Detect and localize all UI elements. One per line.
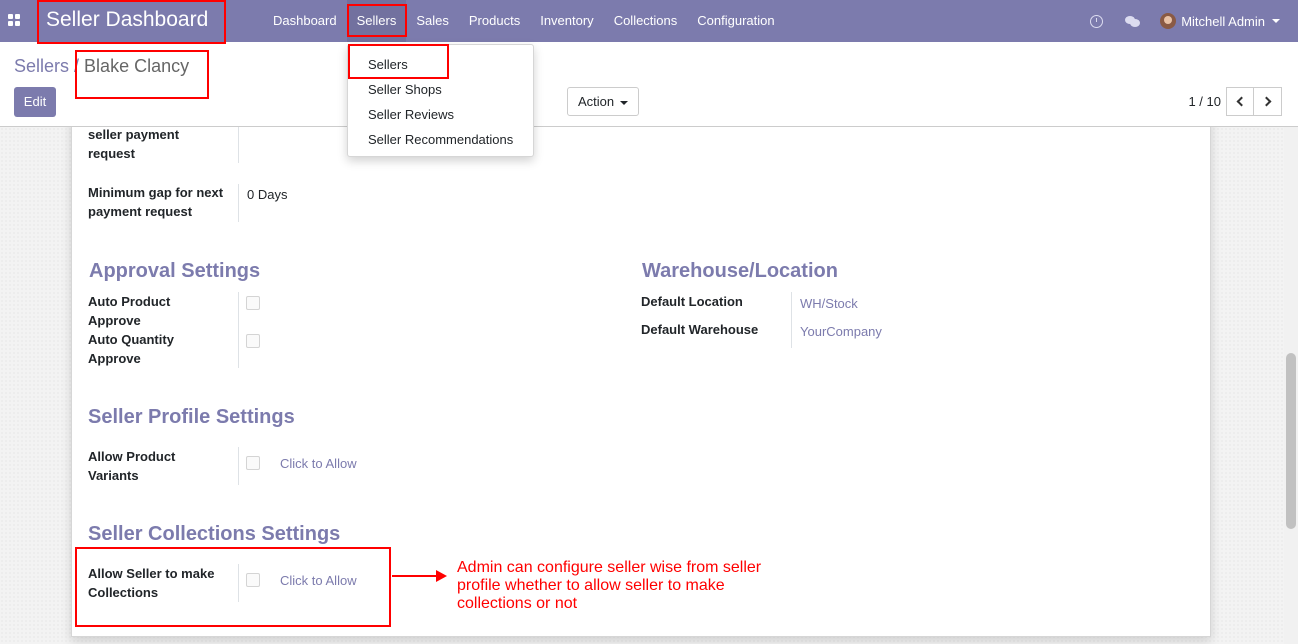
- min-gap-value: 0 Days: [247, 187, 288, 202]
- menu-collections[interactable]: Collections: [604, 0, 688, 42]
- breadcrumb-sellers-link[interactable]: Sellers: [14, 56, 69, 76]
- highlight-allow-collections: [75, 547, 391, 627]
- allow-variants-checkbox[interactable]: [246, 456, 260, 470]
- user-menu-caret-icon[interactable]: [1272, 19, 1280, 23]
- activity-clock-icon[interactable]: [1090, 14, 1104, 28]
- min-gap-label: Minimum gap for next payment request: [88, 185, 224, 219]
- auto-quantity-approve-checkbox[interactable]: [246, 334, 260, 348]
- systray: Mitchell Admin: [1090, 0, 1280, 42]
- default-warehouse-label: Default Warehouse: [641, 322, 759, 337]
- highlight-app-title: [37, 0, 226, 44]
- chevron-right-icon: [1261, 96, 1271, 107]
- menu-sales[interactable]: Sales: [406, 0, 459, 42]
- default-warehouse-value[interactable]: YourCompany: [800, 324, 882, 339]
- annotation-note: Admin can configure seller wise from sel…: [457, 559, 762, 612]
- field-separator: [238, 184, 239, 222]
- dropdown-item-seller-shops[interactable]: Seller Shops: [368, 82, 442, 97]
- menu-configuration[interactable]: Configuration: [687, 0, 784, 42]
- field-separator: [238, 127, 239, 163]
- main-menu: Dashboard Sellers Sales Products Invento…: [263, 0, 785, 42]
- menu-products[interactable]: Products: [459, 0, 530, 42]
- default-location-label: Default Location: [641, 294, 743, 309]
- action-dropdown-button[interactable]: Action: [567, 87, 639, 116]
- action-label: Action: [578, 94, 615, 109]
- allow-variants-hint[interactable]: Click to Allow: [280, 456, 357, 471]
- auto-product-approve-checkbox[interactable]: [246, 296, 260, 310]
- user-avatar[interactable]: [1160, 13, 1177, 29]
- payment-request-label: seller payment request: [88, 127, 180, 161]
- approval-settings-title: Approval Settings: [89, 260, 261, 282]
- apps-menu-icon[interactable]: [8, 14, 20, 26]
- default-location-value[interactable]: WH/Stock: [800, 296, 858, 311]
- content-scrollbar[interactable]: [1284, 127, 1298, 644]
- scrollbar-thumb[interactable]: [1286, 353, 1296, 529]
- pager-value[interactable]: 1 / 10: [1188, 94, 1221, 109]
- pager: 1 / 10: [1188, 87, 1282, 116]
- allow-variants-label: Allow Product Variants: [88, 449, 176, 483]
- highlight-breadcrumb: [75, 50, 209, 99]
- pager-next-button[interactable]: [1254, 87, 1282, 116]
- action-caret-icon: [620, 100, 629, 105]
- pager-previous-button[interactable]: [1226, 87, 1254, 116]
- dropdown-item-seller-recommendations[interactable]: Seller Recommendations: [368, 132, 513, 147]
- annotation-arrow-head-icon: [436, 570, 447, 582]
- auto-quantity-approve-label: Auto Quantity Approve: [88, 332, 174, 366]
- edit-button[interactable]: Edit: [14, 87, 56, 117]
- field-separator: [791, 292, 792, 348]
- messaging-chat-icon[interactable]: [1125, 15, 1141, 27]
- menu-inventory[interactable]: Inventory: [530, 0, 603, 42]
- user-name[interactable]: Mitchell Admin: [1181, 14, 1265, 29]
- seller-profile-settings-title: Seller Profile Settings: [88, 406, 295, 428]
- dropdown-item-seller-reviews[interactable]: Seller Reviews: [368, 107, 454, 122]
- annotation-arrow-line: [392, 575, 438, 577]
- auto-product-approve-label: Auto Product Approve: [88, 294, 171, 328]
- warehouse-location-title: Warehouse/Location: [642, 260, 838, 282]
- field-separator: [238, 447, 239, 485]
- menu-dashboard[interactable]: Dashboard: [263, 0, 347, 42]
- chevron-left-icon: [1236, 96, 1247, 107]
- field-separator: [238, 292, 239, 368]
- seller-collections-settings-title: Seller Collections Settings: [88, 523, 341, 545]
- highlight-sellers-item: [348, 44, 449, 79]
- highlight-sellers-menu: [347, 4, 407, 37]
